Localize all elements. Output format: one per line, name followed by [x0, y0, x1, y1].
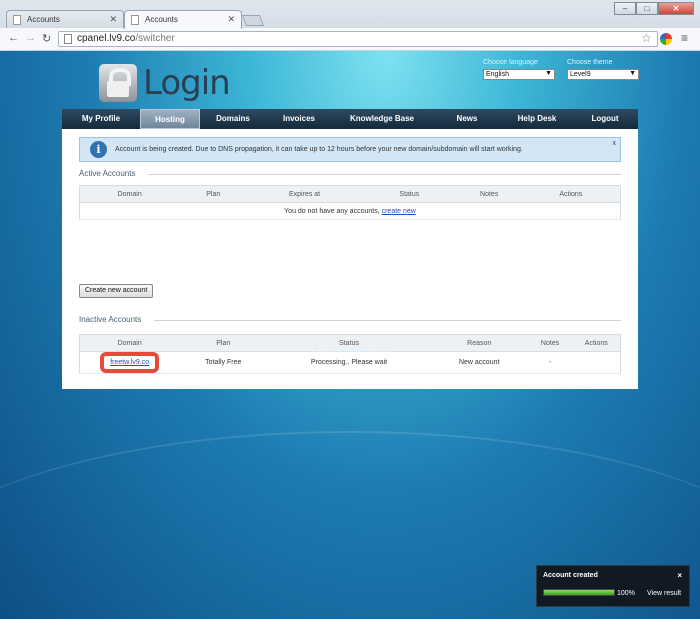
dropdown-arrow-icon: ▼: [629, 70, 636, 77]
page-icon: [131, 15, 139, 25]
back-arrow-icon[interactable]: ←: [8, 32, 19, 44]
browser-chrome: Accounts ✕ Accounts ✕ – □ ✕ ← → ↻ cpanel…: [0, 0, 700, 50]
footer-copyright: © 2012 All rights reserved: [309, 347, 391, 354]
notice-message: Account is being created. Due to DNS pro…: [115, 146, 523, 153]
domain-cell: freetw.lv9.co: [79, 351, 180, 374]
empty-row: You do not have any accounts, create new: [79, 202, 621, 220]
view-result-link[interactable]: View result: [647, 590, 681, 597]
menu-icon[interactable]: ≡: [681, 31, 688, 45]
browser-tab-active[interactable]: Accounts ✕: [124, 10, 242, 29]
page-icon: [64, 34, 72, 44]
lock-icon: [99, 64, 137, 102]
progress-bar: [543, 589, 615, 596]
close-tab-icon[interactable]: ✕: [109, 14, 117, 25]
progress-text: 100%: [617, 590, 635, 597]
page-viewport: Login Choose language English ▼ Choose t…: [0, 51, 700, 619]
info-icon: i: [90, 141, 107, 158]
toast-close-button[interactable]: ×: [677, 571, 682, 580]
column-header: Expires at: [247, 185, 362, 203]
nav-news[interactable]: News: [432, 109, 502, 129]
nav-hosting[interactable]: Hosting: [140, 109, 200, 129]
maximize-button[interactable]: □: [636, 2, 658, 15]
active-accounts-title: Active Accounts: [79, 169, 136, 178]
theme-label: Choose theme: [567, 59, 613, 66]
column-header: Plan: [179, 185, 248, 203]
new-tab-button[interactable]: [241, 15, 265, 26]
table-row: freetw.lv9.co Totally Free Processing.. …: [79, 351, 621, 374]
active-accounts-table: Domain Plan Expires at Status Notes Acti…: [79, 185, 621, 220]
theme-select[interactable]: Level9 ▼: [567, 69, 639, 80]
browser-tab[interactable]: Accounts ✕: [6, 10, 124, 28]
inactive-accounts-table: Domain Plan Status Reason Notes Actions …: [79, 334, 621, 374]
column-header: Notes: [456, 185, 522, 203]
language-label: Choose language: [483, 59, 538, 66]
column-header: Domain: [79, 185, 180, 203]
nav-logout[interactable]: Logout: [572, 109, 638, 129]
section-divider: [154, 320, 621, 321]
domain-link[interactable]: freetw.lv9.co: [110, 359, 149, 366]
actions-cell: [572, 351, 621, 374]
table-header-row: Domain Plan Expires at Status Notes Acti…: [79, 185, 621, 203]
notice-close-button[interactable]: x: [613, 140, 617, 147]
browser-toolbar: ← → ↻ cpanel.lv9.co/switcher ☆ ≡: [0, 28, 700, 50]
column-header: Status: [361, 185, 457, 203]
nav-domains[interactable]: Domains: [200, 109, 266, 129]
page-icon: [13, 15, 21, 25]
column-header: Actions: [521, 185, 621, 203]
progress-fill: [544, 590, 614, 595]
toast-notification: Account created × 100% View result: [536, 565, 690, 607]
minimize-button[interactable]: –: [614, 2, 636, 15]
empty-text: You do not have any accounts,: [284, 207, 380, 215]
reload-icon[interactable]: ↻: [42, 32, 51, 45]
reason-cell: New account: [430, 351, 528, 374]
bookmark-star-icon[interactable]: ☆: [641, 31, 652, 45]
toast-title: Account created: [543, 572, 598, 579]
notes-cell: -: [527, 351, 573, 374]
nav-invoices[interactable]: Invoices: [266, 109, 332, 129]
main-nav: My Profile Hosting Domains Invoices Know…: [62, 109, 638, 129]
theme-chooser: Choose theme Level9 ▼: [567, 59, 639, 80]
close-window-button[interactable]: ✕: [658, 2, 694, 15]
logo: Login: [99, 63, 231, 103]
tab-title: Accounts: [27, 15, 60, 24]
tab-title: Accounts: [145, 15, 178, 24]
theme-value: Level9: [570, 71, 591, 78]
plan-cell: Totally Free: [179, 351, 268, 374]
table-row: You do not have any accounts, create new: [79, 202, 621, 220]
nav-knowledge-base[interactable]: Knowledge Base: [332, 109, 432, 129]
create-account-button[interactable]: Create new account: [79, 284, 154, 298]
inactive-accounts-title: Inactive Accounts: [79, 315, 142, 324]
logo-text: Login: [143, 63, 231, 103]
close-tab-icon[interactable]: ✕: [227, 14, 235, 25]
url-host: cpanel.lv9.co: [77, 33, 136, 44]
forward-arrow-icon[interactable]: →: [25, 32, 36, 44]
info-notice: i Account is being created. Due to DNS p…: [79, 137, 621, 162]
url-path: /switcher: [135, 33, 175, 44]
create-new-link[interactable]: create new: [382, 208, 416, 215]
language-select[interactable]: English ▼: [483, 69, 555, 80]
language-chooser: Choose language English ▼: [483, 59, 555, 80]
extension-icon[interactable]: [660, 33, 672, 45]
dropdown-arrow-icon: ▼: [545, 70, 552, 77]
section-divider: [148, 174, 621, 175]
language-value: English: [486, 71, 509, 78]
window-controls: – □ ✕: [614, 2, 694, 15]
nav-help-desk[interactable]: Help Desk: [502, 109, 572, 129]
address-bar[interactable]: cpanel.lv9.co/switcher: [58, 31, 658, 47]
tab-strip: Accounts ✕ Accounts ✕ – □ ✕: [0, 0, 700, 29]
highlight-box: freetw.lv9.co: [100, 352, 160, 373]
nav-my-profile[interactable]: My Profile: [62, 109, 140, 129]
status-cell: Processing.. Please wait: [267, 351, 431, 374]
